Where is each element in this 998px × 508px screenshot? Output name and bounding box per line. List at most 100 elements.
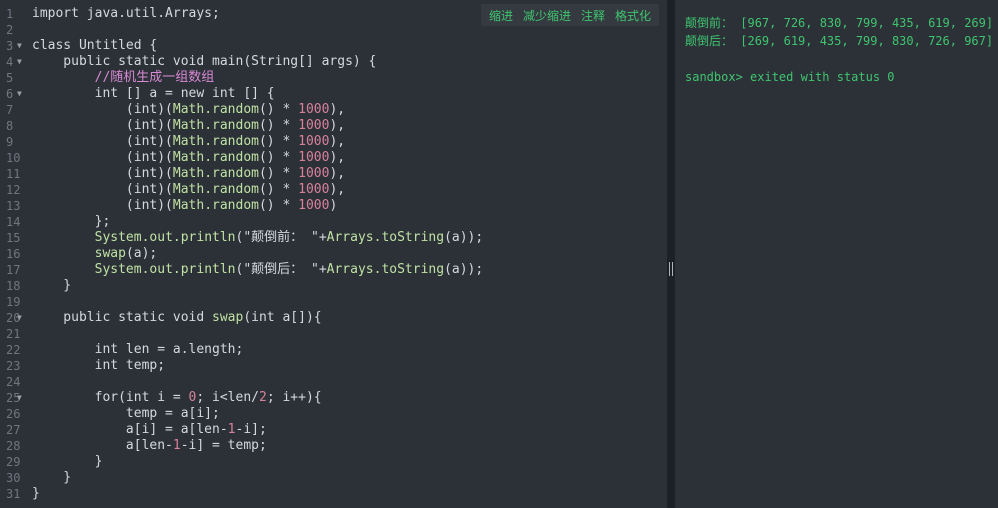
code-line[interactable]: a[len-1-i] = temp; — [32, 438, 483, 454]
code-line[interactable]: System.out.println("颠倒前： "+Arrays.toStri… — [32, 230, 484, 246]
code-line[interactable]: } — [32, 486, 483, 502]
code-token: ("颠倒后： "+ — [235, 262, 327, 277]
code-token: Math.random — [172, 182, 259, 197]
code-line[interactable]: (int)(Math.random() * 1000), — [32, 118, 483, 134]
gutter-line: 25 ▼ — [0, 390, 26, 406]
code-line[interactable]: a[i] = a[len-1-i]; — [32, 422, 483, 438]
code-line[interactable]: (int)(Math.random() * 1000) — [32, 198, 483, 214]
code-token: 1000 — [298, 134, 330, 149]
code-token: -i] = temp; — [180, 438, 267, 453]
code-line[interactable]: (int)(Math.random() * 1000), — [32, 102, 483, 118]
code-token: class Untitled { — [32, 38, 158, 53]
line-number: 18 — [6, 279, 21, 293]
line-number: 29 — [6, 455, 21, 469]
code-line[interactable]: public static void main(String[] args) { — [32, 54, 483, 70]
code-token: -i]; — [235, 422, 267, 437]
code-token: 1000 — [298, 182, 330, 197]
console-line-before: 颠倒前： [967, 726, 830, 799, 435, 619, 269] — [685, 14, 993, 32]
outdent-button[interactable]: 减少缩进 — [519, 7, 575, 24]
fold-arrow-icon[interactable]: ▼ — [17, 54, 22, 70]
code-line[interactable]: //随机生成一组数组 — [32, 70, 483, 86]
comment-button[interactable]: 注释 — [577, 7, 609, 24]
line-number: 14 — [6, 215, 21, 229]
code-line[interactable]: System.out.println("颠倒后： "+Arrays.toStri… — [32, 262, 484, 278]
gutter-line: 13 — [0, 198, 26, 214]
code-token: (int a[]){ — [243, 310, 322, 325]
code-token: Math.random — [172, 198, 259, 213]
code-line[interactable]: swap(a); — [32, 246, 483, 262]
code-token: //随机生成一组数组 — [32, 70, 215, 85]
code-token: } — [32, 470, 72, 485]
code-token: 1 — [227, 422, 236, 437]
fold-arrow-icon[interactable]: ▼ — [17, 38, 22, 54]
code-token: for(int i = — [32, 390, 189, 405]
editor-toolbar: 缩进 减少缩进 注释 格式化 — [480, 4, 659, 26]
console-spacer — [685, 50, 993, 68]
code-token: (a)); — [444, 230, 484, 245]
code-token: (int)( — [32, 134, 173, 149]
code-line[interactable]: int [] a = new int [] { — [32, 86, 483, 102]
code-editor[interactable]: 1 2 3 ▼ 4 ▼ 5 6 ▼ 7 8 9 10 11 12 13 14 15 16 17 18 19 20 ▼ 21 22 2… — [0, 0, 667, 508]
code-line[interactable]: } — [32, 470, 483, 486]
code-token: }; — [32, 214, 111, 229]
code-line[interactable]: public static void swap(int a[]){ — [32, 310, 483, 326]
code-line[interactable]: (int)(Math.random() * 1000), — [32, 182, 483, 198]
code-area[interactable]: import java.util.Arrays; class Untitled {… — [32, 6, 483, 502]
code-token: swap — [212, 310, 244, 325]
gutter-line: 9 — [0, 134, 26, 150]
code-line[interactable]: temp = a[i]; — [32, 406, 483, 422]
code-token: ("颠倒前： "+ — [235, 230, 327, 245]
code-token: ), — [329, 118, 346, 133]
code-line[interactable]: class Untitled { — [32, 38, 483, 54]
code-line[interactable] — [32, 22, 483, 38]
code-token: ; i++){ — [266, 390, 322, 405]
code-line[interactable]: } — [32, 278, 483, 294]
line-number: 9 — [6, 135, 14, 149]
code-line[interactable]: int len = a.length; — [32, 342, 483, 358]
code-token: () * — [258, 166, 299, 181]
code-line[interactable]: int temp; — [32, 358, 483, 374]
before-label: 颠倒前： — [685, 16, 734, 30]
code-token: 2 — [259, 390, 267, 405]
code-line[interactable]: (int)(Math.random() * 1000), — [32, 134, 483, 150]
code-token: (int)( — [32, 118, 173, 133]
code-line[interactable] — [32, 326, 483, 342]
gutter-line: 26 — [0, 406, 26, 422]
code-token: temp = a[i]; — [32, 406, 220, 421]
code-line[interactable] — [32, 374, 483, 390]
code-line[interactable]: import java.util.Arrays; — [32, 6, 483, 22]
gutter-line: 8 — [0, 118, 26, 134]
fold-arrow-icon[interactable]: ▼ — [17, 310, 22, 326]
code-token: (a)); — [444, 262, 484, 277]
code-line[interactable]: (int)(Math.random() * 1000), — [32, 166, 483, 182]
code-token: Arrays.toString — [326, 262, 445, 277]
code-token: Math.random — [172, 166, 259, 181]
line-number: 8 — [6, 119, 14, 133]
code-token: (int)( — [32, 198, 173, 213]
fold-arrow-icon[interactable]: ▼ — [17, 86, 22, 102]
code-line[interactable]: for(int i = 0; i<len/2; i++){ — [32, 390, 483, 406]
code-line[interactable]: }; — [32, 214, 483, 230]
gutter-line: 2 — [0, 22, 26, 38]
pane-splitter[interactable] — [667, 0, 675, 508]
indent-button[interactable]: 缩进 — [485, 7, 517, 24]
gutter-line: 24 — [0, 374, 26, 390]
code-token: () * — [258, 118, 299, 133]
before-value: [967, 726, 830, 799, 435, 619, 269] — [733, 16, 994, 30]
code-token: a[len- — [32, 438, 173, 453]
code-line[interactable]: } — [32, 454, 483, 470]
splitter-grip-icon[interactable] — [669, 262, 673, 276]
code-token: ), — [329, 182, 346, 197]
line-number: 31 — [6, 487, 21, 501]
code-line[interactable]: (int)(Math.random() * 1000), — [32, 150, 483, 166]
gutter-line: 4 ▼ — [0, 54, 26, 70]
fold-arrow-icon[interactable]: ▼ — [17, 390, 22, 406]
line-number: 7 — [6, 103, 14, 117]
line-number: 21 — [6, 327, 21, 341]
code-token: Math.random — [172, 102, 259, 117]
code-token: public static void main(String[] args) { — [32, 54, 377, 69]
code-line[interactable] — [32, 294, 483, 310]
code-token: ), — [329, 102, 346, 117]
format-button[interactable]: 格式化 — [611, 7, 655, 24]
code-token: ), — [329, 134, 346, 149]
